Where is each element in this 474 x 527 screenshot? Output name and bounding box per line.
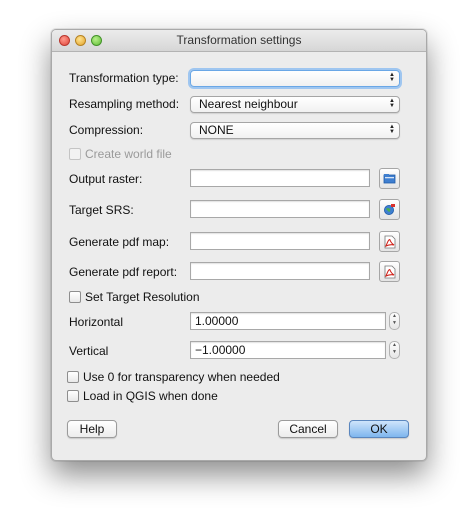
create-world-file-checkbox[interactable] xyxy=(69,148,81,160)
target-srs-label: Target SRS: xyxy=(69,203,134,217)
globe-icon xyxy=(384,204,395,215)
use-zero-transparency-label: Use 0 for transparency when needed xyxy=(83,370,280,384)
generate-pdf-report-label: Generate pdf report: xyxy=(69,265,178,279)
resampling-method-value: Nearest neighbour xyxy=(199,97,298,111)
resampling-method-label: Resampling method: xyxy=(69,97,180,111)
browse-pdf-map-button[interactable] xyxy=(379,231,400,252)
vertical-spinner[interactable]: ▲ ▼ xyxy=(389,341,400,359)
compression-select[interactable]: NONE ▲ ▼ xyxy=(190,122,400,139)
help-button[interactable]: Help xyxy=(67,420,117,438)
transformation-type-select[interactable]: ▲ ▼ xyxy=(190,70,400,87)
title-bar[interactable]: Transformation settings xyxy=(52,30,426,52)
updown-arrows-icon: ▲ ▼ xyxy=(389,98,395,109)
pdf-icon xyxy=(384,265,396,279)
set-target-resolution-label: Set Target Resolution xyxy=(85,290,200,304)
window-title: Transformation settings xyxy=(176,33,302,47)
use-zero-transparency-checkbox[interactable] xyxy=(67,371,79,383)
compression-label: Compression: xyxy=(69,123,144,137)
output-raster-input[interactable] xyxy=(190,169,370,187)
load-in-qgis-label: Load in QGIS when done xyxy=(83,389,218,403)
horizontal-resolution-input[interactable]: 1.00000 xyxy=(190,312,386,330)
browse-pdf-report-button[interactable] xyxy=(379,261,400,282)
horizontal-spinner[interactable]: ▲ ▼ xyxy=(389,312,400,330)
transformation-type-label: Transformation type: xyxy=(69,71,179,85)
cancel-button[interactable]: Cancel xyxy=(278,420,338,438)
create-world-file-label: Create world file xyxy=(85,147,172,161)
pdf-icon xyxy=(384,235,396,249)
generate-pdf-map-label: Generate pdf map: xyxy=(69,235,170,249)
folder-icon xyxy=(383,174,396,184)
updown-arrows-icon: ▲ ▼ xyxy=(389,72,395,83)
resampling-method-select[interactable]: Nearest neighbour ▲ ▼ xyxy=(190,96,400,113)
output-raster-label: Output raster: xyxy=(69,172,143,186)
transformation-settings-dialog: Transformation settings Transformation t… xyxy=(51,29,427,461)
vertical-label: Vertical xyxy=(69,344,109,358)
horizontal-label: Horizontal xyxy=(69,315,124,329)
ok-button[interactable]: OK xyxy=(349,420,409,438)
vertical-resolution-input[interactable]: −1.00000 xyxy=(190,341,386,359)
browse-output-raster-button[interactable] xyxy=(379,168,400,189)
compression-value: NONE xyxy=(199,123,234,137)
load-in-qgis-checkbox[interactable] xyxy=(67,390,79,402)
select-target-srs-button[interactable] xyxy=(379,199,400,220)
target-srs-input[interactable] xyxy=(190,200,370,218)
set-target-resolution-checkbox[interactable] xyxy=(69,291,81,303)
pdf-report-input[interactable] xyxy=(190,262,370,280)
updown-arrows-icon: ▲ ▼ xyxy=(389,124,395,135)
pdf-map-input[interactable] xyxy=(190,232,370,250)
